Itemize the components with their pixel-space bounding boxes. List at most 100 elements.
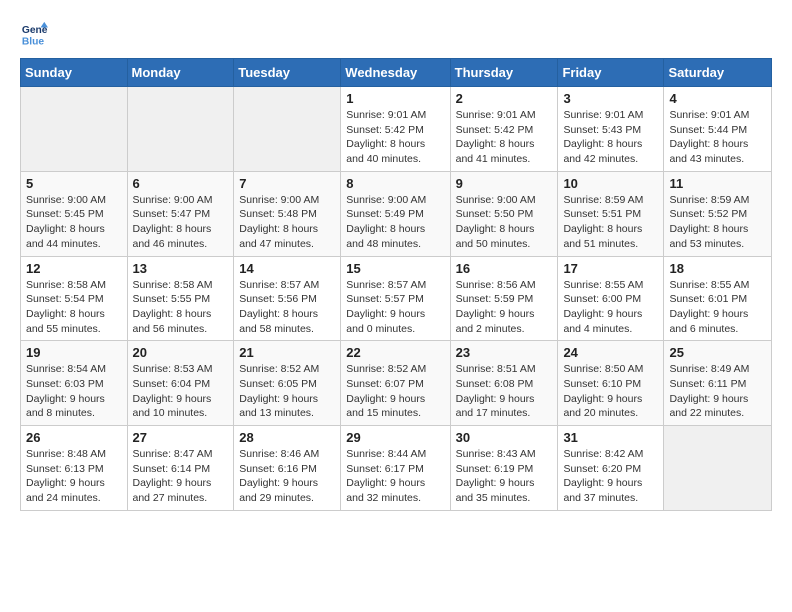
day-info: Sunrise: 8:53 AM Sunset: 6:04 PM Dayligh… xyxy=(133,362,229,421)
day-number: 25 xyxy=(669,345,766,360)
calendar-cell: 8Sunrise: 9:00 AM Sunset: 5:49 PM Daylig… xyxy=(341,171,450,256)
day-number: 16 xyxy=(456,261,553,276)
calendar-cell: 24 Sunrise: 8:50 AM Sunset: 6:10 PM Dayli… xyxy=(558,341,664,426)
day-info: Sunrise: 9:00 AM Sunset: 5:48 PM Dayligh… xyxy=(239,193,335,252)
calendar-cell: 18 Sunrise: 8:55 AM Sunset: 6:01 PM Dayli… xyxy=(664,256,772,341)
svg-text:Blue: Blue xyxy=(22,36,45,47)
calendar-cell: 6 Sunrise: 9:00 AM Sunset: 5:47 PM Daylig… xyxy=(127,171,234,256)
calendar-cell: 19 Sunrise: 8:54 AM Sunset: 6:03 PM Dayli… xyxy=(21,341,128,426)
calendar-cell: 28 Sunrise: 8:46 AM Sunset: 6:16 PM Dayli… xyxy=(234,426,341,511)
calendar-cell: 12Sunrise: 8:58 AM Sunset: 5:54 PM Dayli… xyxy=(21,256,128,341)
day-number: 9 xyxy=(456,176,553,191)
calendar-cell: 1 Sunrise: 9:01 AM Sunset: 5:42 PM Daylig… xyxy=(341,87,450,172)
day-info: Sunrise: 9:00 AM Sunset: 5:50 PM Dayligh… xyxy=(456,193,553,252)
day-info: Sunrise: 8:57 AM Sunset: 5:57 PM Dayligh… xyxy=(346,278,444,337)
calendar-cell xyxy=(21,87,128,172)
day-info: Sunrise: 8:59 AM Sunset: 5:52 PM Dayligh… xyxy=(669,193,766,252)
day-info: Sunrise: 8:52 AM Sunset: 6:05 PM Dayligh… xyxy=(239,362,335,421)
calendar-header-row: SundayMondayTuesdayWednesdayThursdayFrid… xyxy=(21,59,772,87)
day-number: 19 xyxy=(26,345,122,360)
day-number: 13 xyxy=(133,261,229,276)
calendar-cell: 3Sunrise: 9:01 AM Sunset: 5:43 PM Daylig… xyxy=(558,87,664,172)
calendar-cell: 20 Sunrise: 8:53 AM Sunset: 6:04 PM Dayli… xyxy=(127,341,234,426)
calendar-cell: 16Sunrise: 8:56 AM Sunset: 5:59 PM Dayli… xyxy=(450,256,558,341)
calendar-cell: 29 Sunrise: 8:44 AM Sunset: 6:17 PM Dayli… xyxy=(341,426,450,511)
header-monday: Monday xyxy=(127,59,234,87)
day-info: Sunrise: 9:00 AM Sunset: 5:47 PM Dayligh… xyxy=(133,193,229,252)
day-info: Sunrise: 8:44 AM Sunset: 6:17 PM Dayligh… xyxy=(346,447,444,506)
day-number: 6 xyxy=(133,176,229,191)
day-info: Sunrise: 8:49 AM Sunset: 6:11 PM Dayligh… xyxy=(669,362,766,421)
header-wednesday: Wednesday xyxy=(341,59,450,87)
day-number: 28 xyxy=(239,430,335,445)
calendar-week-row: 19 Sunrise: 8:54 AM Sunset: 6:03 PM Dayli… xyxy=(21,341,772,426)
calendar-week-row: 5 Sunrise: 9:00 AM Sunset: 5:45 PM Daylig… xyxy=(21,171,772,256)
day-info: Sunrise: 8:42 AM Sunset: 6:20 PM Dayligh… xyxy=(563,447,658,506)
day-info: Sunrise: 9:01 AM Sunset: 5:44 PM Dayligh… xyxy=(669,108,766,167)
calendar-cell: 13 Sunrise: 8:58 AM Sunset: 5:55 PM Dayli… xyxy=(127,256,234,341)
day-info: Sunrise: 8:55 AM Sunset: 6:01 PM Dayligh… xyxy=(669,278,766,337)
calendar-cell: 5 Sunrise: 9:00 AM Sunset: 5:45 PM Daylig… xyxy=(21,171,128,256)
calendar-table: SundayMondayTuesdayWednesdayThursdayFrid… xyxy=(20,58,772,511)
calendar-cell: 7 Sunrise: 9:00 AM Sunset: 5:48 PM Daylig… xyxy=(234,171,341,256)
day-number: 15 xyxy=(346,261,444,276)
day-info: Sunrise: 9:01 AM Sunset: 5:42 PM Dayligh… xyxy=(346,108,444,167)
day-info: Sunrise: 9:00 AM Sunset: 5:49 PM Dayligh… xyxy=(346,193,444,252)
day-number: 5 xyxy=(26,176,122,191)
calendar-cell: 23 Sunrise: 8:51 AM Sunset: 6:08 PM Dayli… xyxy=(450,341,558,426)
day-number: 1 xyxy=(346,91,444,106)
day-number: 4 xyxy=(669,91,766,106)
header-saturday: Saturday xyxy=(664,59,772,87)
day-number: 29 xyxy=(346,430,444,445)
day-info: Sunrise: 9:01 AM Sunset: 5:42 PM Dayligh… xyxy=(456,108,553,167)
header-thursday: Thursday xyxy=(450,59,558,87)
day-info: Sunrise: 8:51 AM Sunset: 6:08 PM Dayligh… xyxy=(456,362,553,421)
day-number: 14 xyxy=(239,261,335,276)
calendar-week-row: 26 Sunrise: 8:48 AM Sunset: 6:13 PM Dayli… xyxy=(21,426,772,511)
calendar-cell: 31 Sunrise: 8:42 AM Sunset: 6:20 PM Dayli… xyxy=(558,426,664,511)
day-number: 11 xyxy=(669,176,766,191)
day-number: 17 xyxy=(563,261,658,276)
day-info: Sunrise: 9:00 AM Sunset: 5:45 PM Dayligh… xyxy=(26,193,122,252)
header: General Blue xyxy=(20,20,772,48)
day-info: Sunrise: 8:55 AM Sunset: 6:00 PM Dayligh… xyxy=(563,278,658,337)
logo-icon: General Blue xyxy=(20,20,48,48)
day-number: 12 xyxy=(26,261,122,276)
day-info: Sunrise: 8:54 AM Sunset: 6:03 PM Dayligh… xyxy=(26,362,122,421)
day-info: Sunrise: 8:47 AM Sunset: 6:14 PM Dayligh… xyxy=(133,447,229,506)
day-number: 21 xyxy=(239,345,335,360)
day-info: Sunrise: 8:58 AM Sunset: 5:55 PM Dayligh… xyxy=(133,278,229,337)
calendar-cell: 22Sunrise: 8:52 AM Sunset: 6:07 PM Dayli… xyxy=(341,341,450,426)
day-number: 20 xyxy=(133,345,229,360)
day-number: 26 xyxy=(26,430,122,445)
day-number: 23 xyxy=(456,345,553,360)
header-friday: Friday xyxy=(558,59,664,87)
day-number: 7 xyxy=(239,176,335,191)
calendar-cell: 17 Sunrise: 8:55 AM Sunset: 6:00 PM Dayli… xyxy=(558,256,664,341)
calendar-cell: 25 Sunrise: 8:49 AM Sunset: 6:11 PM Dayli… xyxy=(664,341,772,426)
day-info: Sunrise: 8:50 AM Sunset: 6:10 PM Dayligh… xyxy=(563,362,658,421)
day-number: 31 xyxy=(563,430,658,445)
calendar-cell: 9 Sunrise: 9:00 AM Sunset: 5:50 PM Daylig… xyxy=(450,171,558,256)
calendar-cell xyxy=(234,87,341,172)
day-info: Sunrise: 9:01 AM Sunset: 5:43 PM Dayligh… xyxy=(563,108,658,167)
day-number: 24 xyxy=(563,345,658,360)
day-number: 10 xyxy=(563,176,658,191)
calendar-cell: 30 Sunrise: 8:43 AM Sunset: 6:19 PM Dayli… xyxy=(450,426,558,511)
day-info: Sunrise: 8:59 AM Sunset: 5:51 PM Dayligh… xyxy=(563,193,658,252)
calendar-cell: 15 Sunrise: 8:57 AM Sunset: 5:57 PM Dayli… xyxy=(341,256,450,341)
logo: General Blue xyxy=(20,20,52,48)
day-info: Sunrise: 8:48 AM Sunset: 6:13 PM Dayligh… xyxy=(26,447,122,506)
calendar-week-row: 12Sunrise: 8:58 AM Sunset: 5:54 PM Dayli… xyxy=(21,256,772,341)
day-number: 22 xyxy=(346,345,444,360)
day-number: 2 xyxy=(456,91,553,106)
day-number: 30 xyxy=(456,430,553,445)
day-info: Sunrise: 8:43 AM Sunset: 6:19 PM Dayligh… xyxy=(456,447,553,506)
calendar-cell xyxy=(127,87,234,172)
day-number: 18 xyxy=(669,261,766,276)
day-info: Sunrise: 8:46 AM Sunset: 6:16 PM Dayligh… xyxy=(239,447,335,506)
calendar-cell: 27Sunrise: 8:47 AM Sunset: 6:14 PM Dayli… xyxy=(127,426,234,511)
calendar-cell: 14Sunrise: 8:57 AM Sunset: 5:56 PM Dayli… xyxy=(234,256,341,341)
header-tuesday: Tuesday xyxy=(234,59,341,87)
calendar-cell: 2 Sunrise: 9:01 AM Sunset: 5:42 PM Daylig… xyxy=(450,87,558,172)
